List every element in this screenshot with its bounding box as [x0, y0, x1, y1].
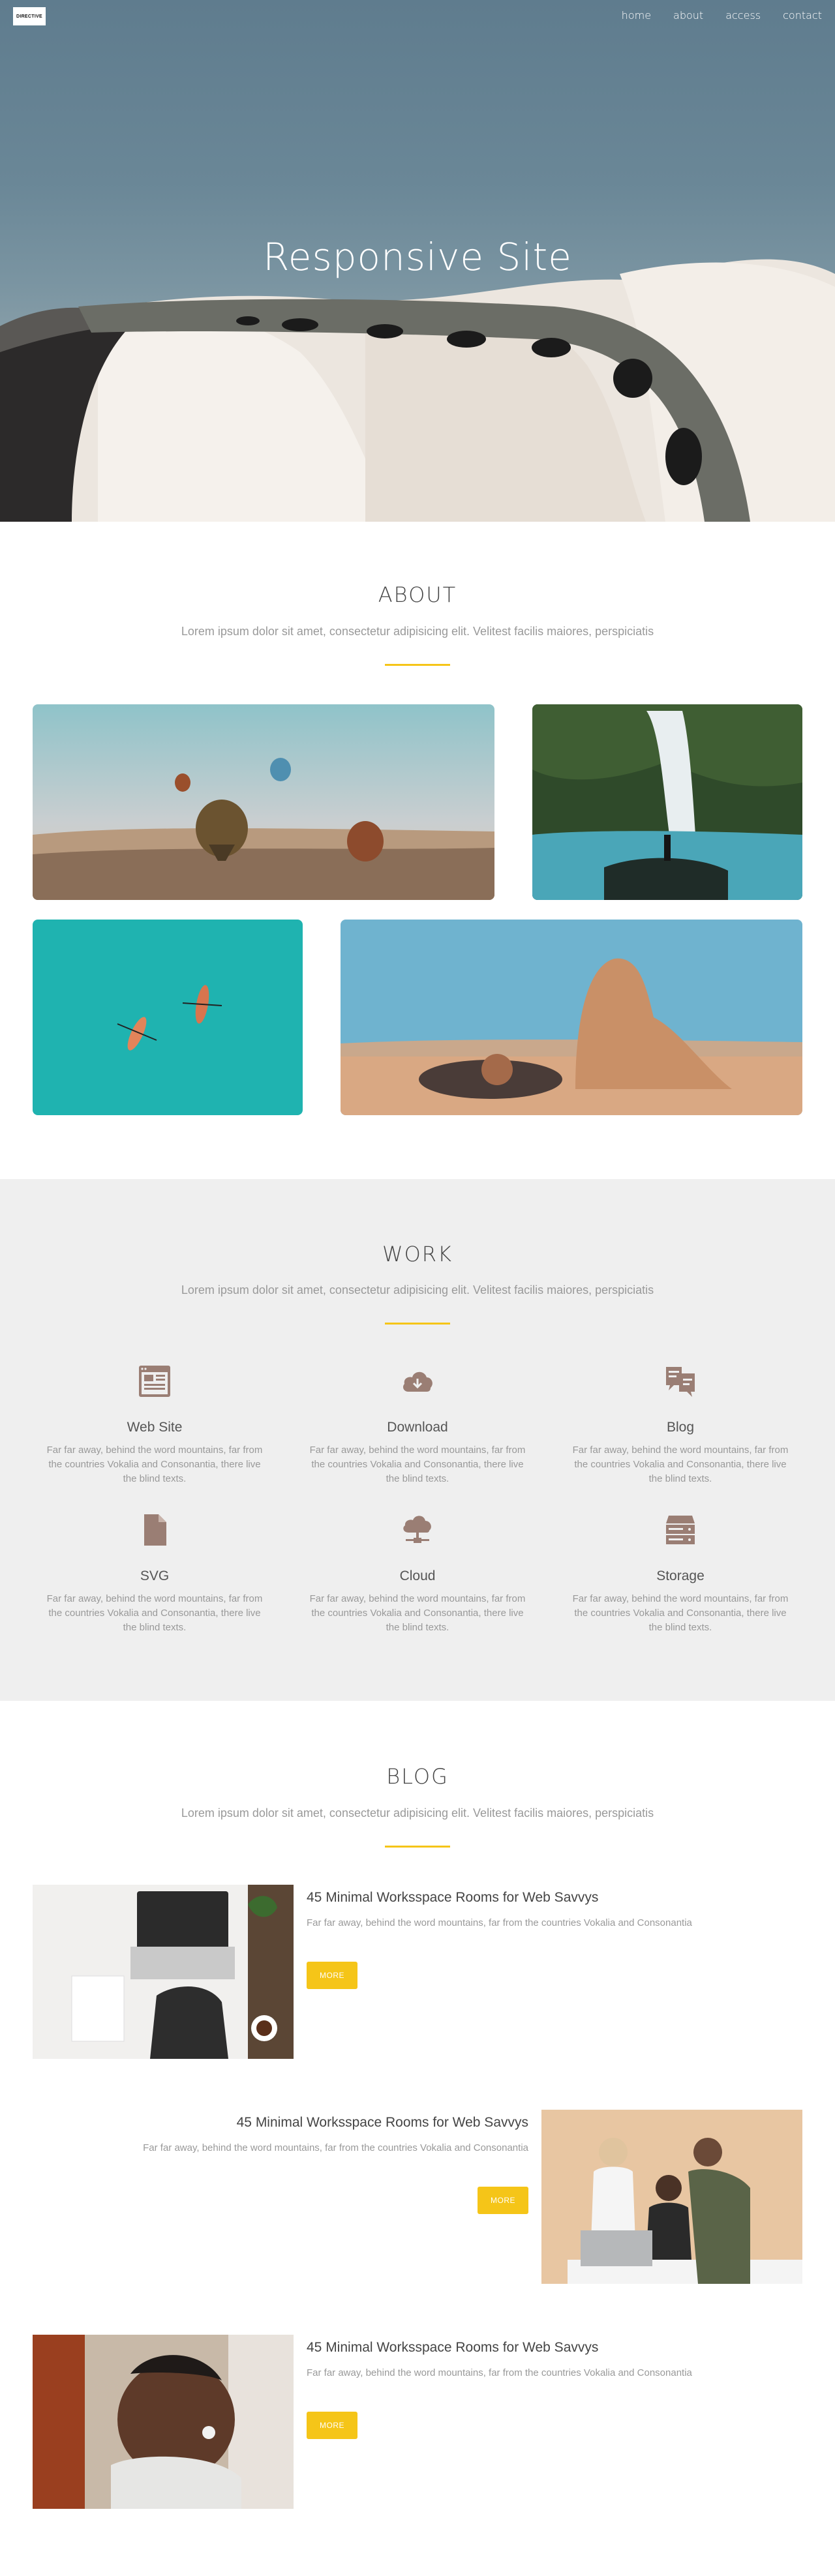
blog-divider — [385, 1846, 450, 1848]
service-text: Far far away, behind the word mountains,… — [309, 1445, 526, 1484]
blog-post-1-image[interactable] — [33, 1885, 294, 2059]
service-title: Blog — [666, 1420, 695, 1435]
nav-access[interactable]: access — [725, 9, 761, 22]
blog-post-3-more-button[interactable]: MORE — [307, 2412, 357, 2439]
service-text: Far far away, behind the word mountains,… — [309, 1593, 526, 1633]
nav-about[interactable]: about — [673, 9, 703, 22]
service-text: Far far away, behind the word mountains,… — [572, 1445, 789, 1484]
about-title: ABOUT — [378, 582, 457, 607]
cloud-network-icon — [403, 1516, 431, 1543]
service-web-site: Web Site Far far away, behind the word m… — [44, 1363, 266, 1486]
blog-post-1-text: Far far away, behind the word mountains,… — [307, 1917, 692, 1928]
photo-balloons — [33, 704, 494, 900]
service-svg: SVG Far far away, behind the word mounta… — [44, 1512, 266, 1635]
service-text: Far far away, behind the word mountains,… — [572, 1593, 789, 1633]
service-text: Far far away, behind the word mountains,… — [46, 1593, 263, 1633]
service-title: Download — [387, 1420, 448, 1435]
about-divider — [385, 664, 450, 666]
blog-post-1-title[interactable]: 45 Minimal Worksspace Rooms for Web Savv… — [307, 1890, 598, 1906]
blog-title: BLOG — [386, 1764, 449, 1789]
blog-post-3-image[interactable] — [33, 2335, 294, 2509]
blog-icon — [666, 1367, 695, 1397]
nav-contact[interactable]: contact — [783, 9, 822, 22]
service-storage: Storage Far far away, behind the word mo… — [569, 1512, 791, 1635]
hero-title: Responsive Site — [263, 235, 572, 279]
storage-icon — [666, 1516, 695, 1544]
blog-subtitle: Lorem ipsum dolor sit amet, consectetur … — [181, 1806, 654, 1820]
file-icon — [144, 1514, 166, 1546]
about-subtitle: Lorem ipsum dolor sit amet, consectetur … — [181, 625, 654, 638]
logo[interactable]: DIRECTIVE — [13, 7, 46, 25]
work-subtitle: Lorem ipsum dolor sit amet, consectetur … — [181, 1283, 654, 1296]
main-nav: home about access contact — [600, 9, 822, 22]
service-title: Web Site — [127, 1420, 183, 1435]
blog-post-3-text: Far far away, behind the word mountains,… — [307, 2367, 692, 2378]
service-title: SVG — [140, 1568, 170, 1583]
photo-waterfall — [532, 704, 802, 900]
blog-post-2-image[interactable] — [541, 2110, 802, 2284]
service-download: Download Far far away, behind the word m… — [307, 1363, 528, 1486]
nav-home[interactable]: home — [622, 9, 651, 22]
photo-kayaks — [33, 920, 303, 1115]
work-title: WORK — [382, 1242, 453, 1266]
site-header: DIRECTIVE home about access contact — [0, 0, 835, 39]
work-divider — [385, 1323, 450, 1325]
blog-post-1-more-button[interactable]: MORE — [307, 1962, 357, 1989]
service-title: Storage — [656, 1568, 705, 1583]
photo-camel — [341, 920, 802, 1115]
service-title: Cloud — [399, 1568, 436, 1583]
blog-post-2-text: Far far away, behind the word mountains,… — [143, 2142, 528, 2153]
service-cloud: Cloud Far far away, behind the word moun… — [307, 1512, 528, 1635]
blog-post-2-title[interactable]: 45 Minimal Worksspace Rooms for Web Savv… — [215, 2115, 528, 2131]
browser-icon — [139, 1366, 170, 1397]
blog-post-3-title[interactable]: 45 Minimal Worksspace Rooms for Web Savv… — [307, 2340, 598, 2356]
cloud-download-icon — [403, 1371, 433, 1392]
blog-post-2-more-button[interactable]: MORE — [478, 2187, 528, 2214]
service-text: Far far away, behind the word mountains,… — [46, 1445, 263, 1484]
service-blog: Blog Far far away, behind the word mount… — [569, 1363, 791, 1486]
